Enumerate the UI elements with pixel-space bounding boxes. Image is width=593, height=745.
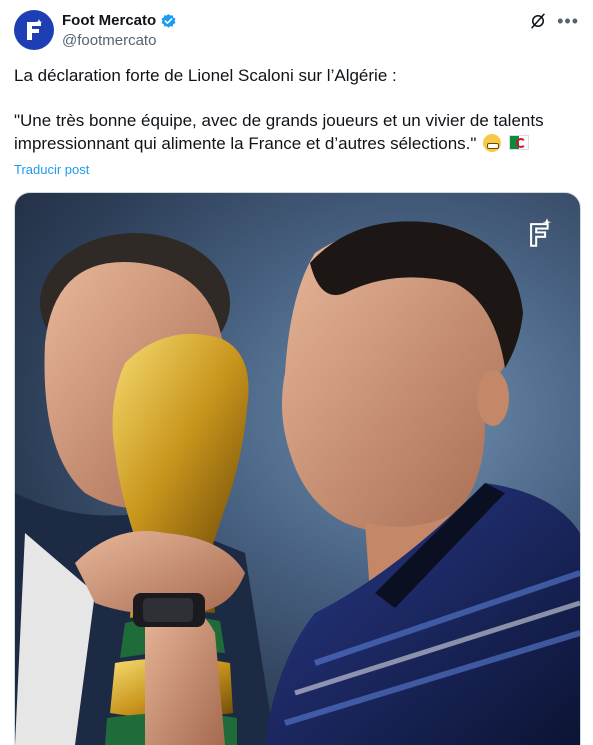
post-text-line1: La déclaration forte de Lionel Scaloni s… — [14, 66, 397, 85]
post-text-quote-wrapper: "Une très bonne équipe, avec de grands j… — [14, 109, 579, 155]
post-media-photo[interactable] — [14, 192, 581, 745]
post: Foot Mercato @footmercato ••• La déclara… — [0, 0, 593, 745]
handle[interactable]: @footmercato — [62, 31, 177, 51]
more-options-icon[interactable]: ••• — [557, 12, 579, 30]
photo-illustration — [15, 221, 580, 745]
foot-mercato-logo-icon — [27, 19, 43, 40]
avatar[interactable] — [14, 10, 54, 50]
post-text-quote: "Une très bonne équipe, avec de grands j… — [14, 111, 544, 153]
display-name[interactable]: Foot Mercato — [62, 11, 156, 31]
display-name-row[interactable]: Foot Mercato — [62, 11, 177, 31]
post-text: La déclaration forte de Lionel Scaloni s… — [14, 64, 579, 155]
translate-post-link[interactable]: Traducir post — [14, 162, 89, 177]
post-header: Foot Mercato @footmercato ••• — [14, 10, 579, 54]
account-names: Foot Mercato @footmercato — [62, 11, 177, 51]
grimacing-face-emoji-icon — [483, 134, 502, 152]
verified-badge-icon — [161, 13, 176, 28]
foot-mercato-watermark-icon — [530, 218, 552, 247]
algeria-flag-emoji-icon — [508, 135, 529, 150]
grok-icon[interactable] — [529, 12, 547, 30]
top-actions: ••• — [529, 12, 579, 30]
